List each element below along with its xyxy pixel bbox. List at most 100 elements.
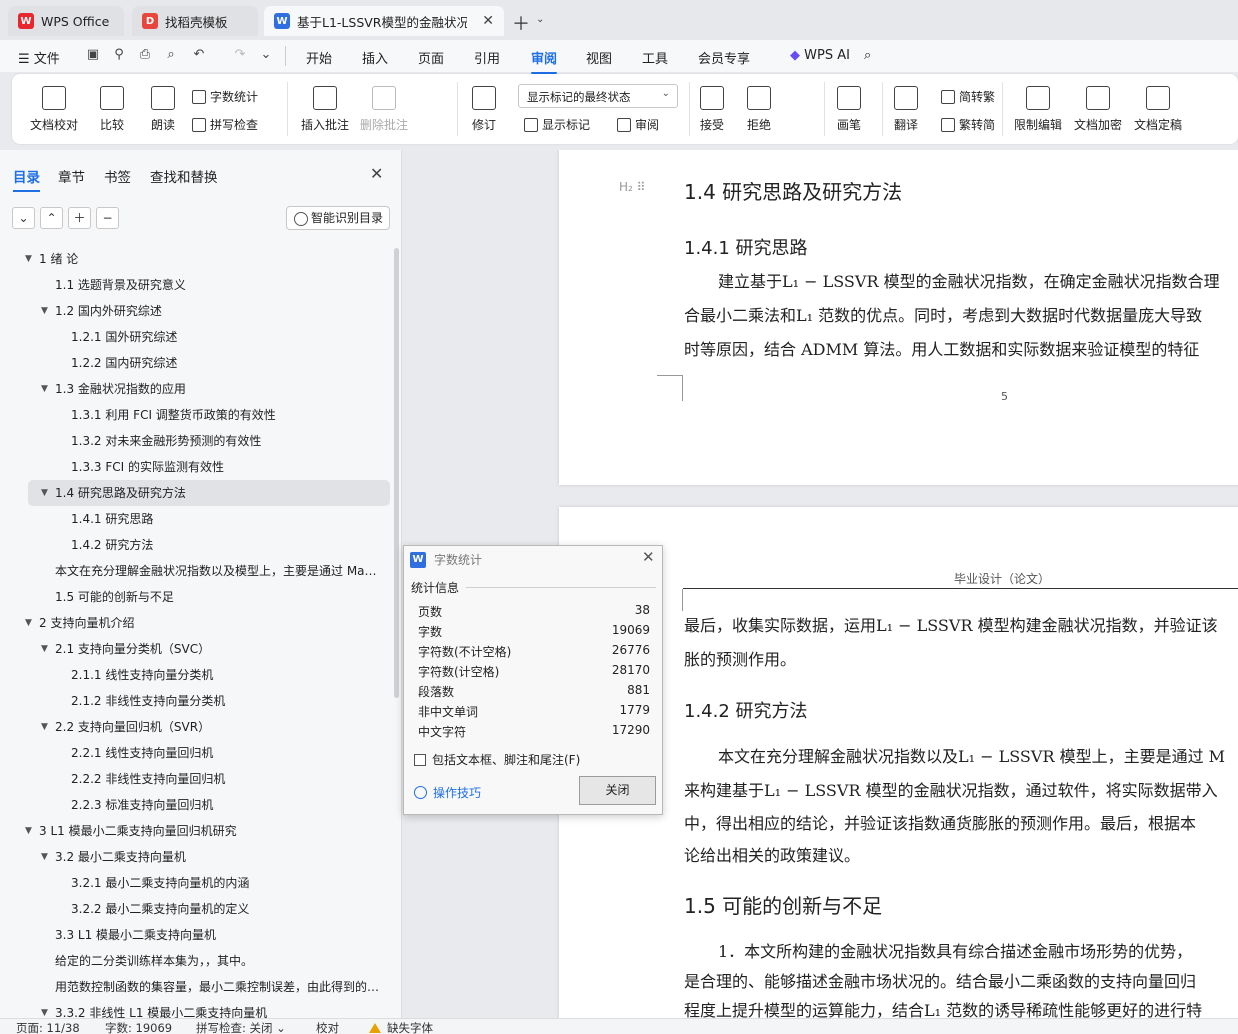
tab-docer[interactable]: D 找稻壳模板: [132, 6, 258, 36]
paragraph-line[interactable]: 合最小二乘法和L₁ 范数的优点。同时，考虑到大数据时代数据量庞大导致: [684, 302, 1202, 326]
spell-check-button[interactable]: 拼写检查: [192, 116, 258, 133]
paragraph-line[interactable]: 中，得出相应的结论，并验证该指数通货膨胀的预测作用。最后，根据本: [684, 810, 1196, 834]
share-icon[interactable]: ⚲: [111, 47, 127, 63]
menu-view[interactable]: 视图: [586, 48, 612, 67]
toc-item[interactable]: 给定的二分类训练样本集为，，其中。: [0, 948, 390, 974]
toc-item[interactable]: ▼ 2 支持向量机介绍: [0, 610, 390, 636]
toc-item[interactable]: ▼ 1.4 研究思路及研究方法: [28, 480, 390, 506]
toc-item[interactable]: 2.2.3 标准支持向量回归机: [0, 792, 390, 818]
encrypt-button[interactable]: 文档加密: [1074, 86, 1122, 133]
menu-review[interactable]: 审阅: [531, 48, 558, 74]
toc-item[interactable]: 1.3.3 FCI 的实际监测有效性: [0, 454, 390, 480]
nav-tab-sections[interactable]: 章节: [58, 166, 85, 186]
paragraph-line[interactable]: 来构建基于L₁ − LSSVR 模型的金融状况指数，通过软件，将实际数据带入: [684, 777, 1218, 801]
paragraph-line[interactable]: 建立基于L₁ − LSSVR 模型的金融状况指数，在确定金融状况指数合理: [718, 268, 1220, 292]
pen-button[interactable]: 画笔: [837, 86, 861, 133]
close-icon[interactable]: ✕: [370, 164, 383, 183]
caret-down-icon[interactable]: ▼: [41, 714, 48, 740]
toc-item[interactable]: 1.2.1 国外研究综述: [0, 324, 390, 350]
heading-1-5[interactable]: 1.5 可能的创新与不足: [684, 890, 882, 919]
track-changes-button[interactable]: 修订: [472, 86, 496, 133]
close-button[interactable]: 关闭: [579, 776, 656, 805]
toc-item[interactable]: 1.3.2 对未来金融形势预测的有效性: [0, 428, 390, 454]
toc-item[interactable]: ▼ 2.1 支持向量分类机（SVC）: [0, 636, 390, 662]
redo-icon[interactable]: ↷: [232, 47, 248, 63]
to-simplified-button[interactable]: 繁转简: [941, 116, 995, 133]
caret-down-icon[interactable]: ▼: [41, 298, 48, 324]
menu-tools[interactable]: 工具: [642, 48, 668, 67]
heading-1-4[interactable]: 1.4 研究思路及研究方法: [684, 176, 902, 205]
toc-item[interactable]: 2.2.2 非线性支持向量回归机: [0, 766, 390, 792]
collapse-icon[interactable]: ⌄: [12, 207, 35, 229]
close-icon[interactable]: ✕: [642, 548, 655, 566]
caret-down-icon[interactable]: ▼: [25, 818, 32, 844]
toc-item[interactable]: 2.2.1 线性支持向量回归机: [0, 740, 390, 766]
review-pane-button[interactable]: 审阅: [617, 116, 659, 133]
include-textbox-checkbox[interactable]: 包括文本框、脚注和尾注(F): [414, 751, 580, 768]
nav-tab-toc[interactable]: 目录: [13, 166, 40, 192]
paragraph-line[interactable]: 时等原因，结合 ADMM 算法。用人工数据和实际数据来验证模型的特征: [684, 336, 1199, 360]
to-traditional-button[interactable]: 简转繁: [941, 88, 995, 105]
new-tab-icon[interactable]: ＋: [512, 10, 530, 36]
paragraph-line[interactable]: 胀的预测作用。: [684, 646, 796, 670]
toc-item[interactable]: 1.4.2 研究方法: [0, 532, 390, 558]
menu-member[interactable]: 会员专享: [698, 48, 750, 67]
tips-link[interactable]: 操作技巧: [414, 784, 481, 801]
finalize-button[interactable]: 文档定稿: [1134, 86, 1182, 133]
menu-insert[interactable]: 插入: [362, 48, 388, 67]
accept-button[interactable]: 接受: [700, 86, 724, 133]
toc-item[interactable]: 3.2.1 最小二乘支持向量机的内涵: [0, 870, 390, 896]
heading-1-4-2[interactable]: 1.4.2 研究方法: [684, 697, 808, 723]
markup-state-select[interactable]: 显示标记的最终状态 ⌄: [518, 84, 678, 108]
toc-item[interactable]: ▼ 3.2 最小二乘支持向量机: [0, 844, 390, 870]
proof-indicator[interactable]: 校对: [316, 1020, 339, 1034]
read-aloud-button[interactable]: 朗读: [151, 86, 175, 133]
toc-item[interactable]: ▼ 2.2 支持向量回归机（SVR）: [0, 714, 390, 740]
print-icon[interactable]: ⎙: [137, 47, 153, 63]
toc-item[interactable]: 1.2.2 国内研究综述: [0, 350, 390, 376]
toc-item[interactable]: ▼ 1.3 金融状况指数的应用: [0, 376, 390, 402]
menu-page[interactable]: 页面: [418, 48, 444, 67]
compare-button[interactable]: 比较: [100, 86, 124, 133]
caret-down-icon[interactable]: ▼: [41, 1000, 48, 1018]
paragraph-line[interactable]: 本文在充分理解金融状况指数以及L₁ − LSSVR 模型上，主要是通过 M: [718, 743, 1225, 767]
menu-reference[interactable]: 引用: [474, 48, 500, 67]
print-preview-icon[interactable]: ⌕: [163, 47, 179, 63]
scrollbar[interactable]: [394, 248, 399, 698]
caret-down-icon[interactable]: ▼: [41, 844, 48, 870]
show-markup-button[interactable]: 显示标记: [524, 116, 590, 133]
paragraph-line[interactable]: 是合理的、能够描述金融市场状况的。结合最小二乘函数的支持向量回归: [684, 968, 1196, 992]
file-menu[interactable]: ☰ 文件: [18, 48, 60, 67]
spell-check-indicator[interactable]: 拼写检查: 关闭 ⌄: [196, 1020, 286, 1034]
heading-1-4-1[interactable]: 1.4.1 研究思路: [684, 234, 808, 260]
page-indicator[interactable]: 页面: 11/38: [16, 1020, 80, 1034]
missing-font-indicator[interactable]: 缺失字体: [369, 1020, 433, 1034]
nav-tab-bookmarks[interactable]: 书签: [104, 166, 131, 186]
tab-document[interactable]: W 基于L1-LSSVR模型的金融状况 ✕: [264, 6, 504, 36]
caret-down-icon[interactable]: ▼: [41, 480, 48, 506]
paragraph-line[interactable]: 1．本文所构建的金融状况指数具有综合描述金融市场形势的优势，: [718, 938, 1192, 962]
paragraph-line[interactable]: 论给出相关的政策建议。: [684, 842, 860, 866]
toc-item[interactable]: 3.3 L1 模最小二乘支持向量机: [0, 922, 390, 948]
toc-item[interactable]: 用范数控制函数的集容量，最小二乘控制误差，由此得到的 ...: [0, 974, 390, 1000]
doc-proof-button[interactable]: 文档校对: [30, 86, 78, 133]
paragraph-line[interactable]: 最后，收集实际数据，运用L₁ − LSSVR 模型构建金融状况指数，并验证该: [684, 612, 1218, 636]
caret-down-icon[interactable]: ▼: [41, 636, 48, 662]
undo-icon[interactable]: ↶: [191, 47, 207, 63]
insert-comment-button[interactable]: 插入批注: [301, 86, 349, 133]
wps-ai-button[interactable]: ◆ WPS AI: [790, 48, 850, 63]
smart-toc-button[interactable]: 智能识别目录: [286, 206, 390, 230]
toc-item[interactable]: 2.1.1 线性支持向量分类机: [0, 662, 390, 688]
word-count-button[interactable]: 字数统计: [192, 88, 258, 105]
translate-button[interactable]: 翻译: [894, 86, 918, 133]
toc-item[interactable]: 2.1.2 非线性支持向量分类机: [0, 688, 390, 714]
caret-down-icon[interactable]: ▼: [41, 376, 48, 402]
toc-item[interactable]: 1.5 可能的创新与不足: [0, 584, 390, 610]
menu-home[interactable]: 开始: [306, 48, 332, 67]
tab-close-icon[interactable]: ✕: [482, 13, 494, 29]
caret-down-icon[interactable]: ▼: [25, 246, 32, 272]
toc-item[interactable]: 3.2.2 最小二乘支持向量机的定义: [0, 896, 390, 922]
save-icon[interactable]: ▣: [85, 47, 101, 63]
add-icon[interactable]: ＋: [68, 207, 91, 229]
restrict-edit-button[interactable]: 限制编辑: [1014, 86, 1062, 133]
